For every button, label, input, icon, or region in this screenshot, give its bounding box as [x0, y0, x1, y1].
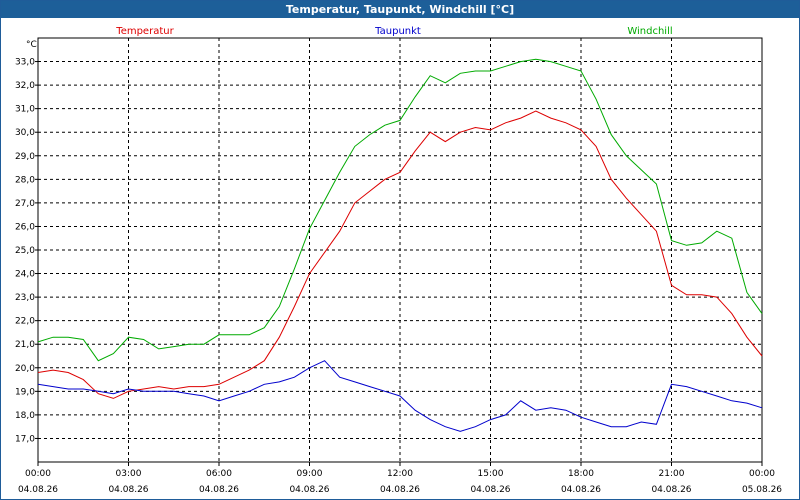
x-tick-date-label: 04.08.26	[289, 485, 329, 495]
y-tick-label: 23,0	[15, 293, 35, 303]
legend: Temperatur Taupunkt Windchill	[115, 26, 672, 37]
y-tick-label: 30,0	[15, 128, 35, 138]
x-tick-time-label: 00:00	[25, 469, 51, 479]
y-tick-label: 26,0	[15, 222, 35, 232]
x-tick-time-label: 12:00	[387, 469, 413, 479]
legend-item-windchill: Windchill	[627, 26, 672, 37]
y-tick-label: 22,0	[15, 317, 35, 327]
x-tick-date-label: 04.08.26	[561, 485, 601, 495]
y-tick-label: 29,0	[15, 152, 35, 162]
x-tick-date-label: 05.08.26	[742, 485, 782, 495]
y-tick-label: 17,0	[15, 434, 35, 444]
y-axis-label: °C	[26, 40, 37, 50]
x-tick-time-label: 09:00	[297, 469, 323, 479]
x-axis-ticks: 00:00 04.08.26 03:00 04.08.26 06:00 04.08.26 0…	[18, 462, 782, 495]
x-tick-time-label: 21:00	[659, 469, 685, 479]
y-tick-label: 28,0	[15, 175, 35, 185]
y-tick-label: 31,0	[15, 105, 35, 115]
x-tick-time-label: 15:00	[478, 469, 504, 479]
y-tick-label: 21,0	[15, 340, 35, 350]
y-tick-label: 27,0	[15, 199, 35, 209]
legend-item-taupunkt: Taupunkt	[374, 26, 421, 37]
y-tick-label: 24,0	[15, 270, 35, 280]
y-tick-label: 20,0	[15, 364, 35, 374]
y-tick-label: 32,0	[15, 81, 35, 91]
chart-canvas: 17,0 18,0 19,0 20,0 21,0 22,0 23,0 24,0 25,0 26,0…	[15, 26, 782, 495]
x-tick-time-label: 00:00	[749, 469, 775, 479]
series-line-taupunkt	[37, 360, 763, 432]
y-tick-label: 18,0	[15, 411, 35, 421]
y-axis-ticks: 17,0 18,0 19,0 20,0 21,0 22,0 23,0 24,0 25,0 26,0…	[15, 58, 38, 444]
x-tick-date-label: 04.08.26	[651, 485, 691, 495]
y-tick-label: 19,0	[15, 387, 35, 397]
y-tick-label: 33,0	[15, 58, 35, 68]
legend-item-temperatur: Temperatur	[115, 26, 174, 37]
x-tick-date-label: 04.08.26	[18, 485, 58, 495]
x-tick-date-label: 04.08.26	[380, 485, 420, 495]
x-tick-date-label: 04.08.26	[470, 485, 510, 495]
x-tick-date-label: 04.08.26	[199, 485, 239, 495]
x-tick-time-label: 03:00	[116, 469, 142, 479]
x-tick-date-label: 04.08.26	[108, 485, 148, 495]
x-tick-time-label: 18:00	[568, 469, 594, 479]
x-tick-time-label: 06:00	[206, 469, 232, 479]
y-tick-label: 25,0	[15, 246, 35, 256]
grid-lines	[38, 38, 762, 462]
